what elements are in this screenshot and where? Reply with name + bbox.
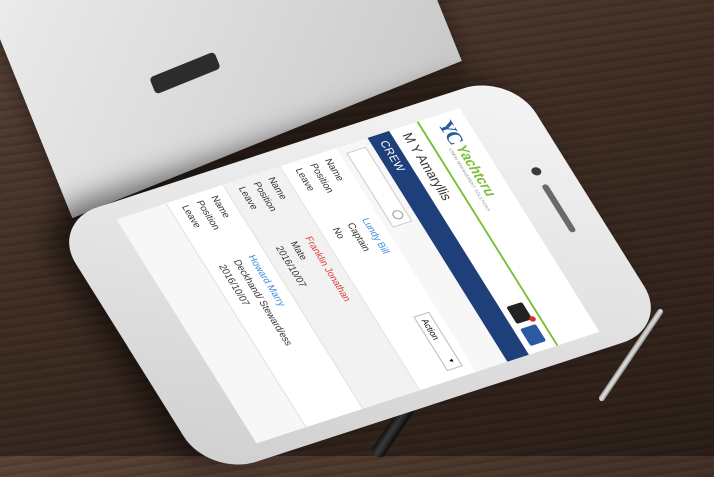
caret-down-icon: ▼ [445, 357, 455, 365]
phone-speaker [541, 183, 577, 234]
phone-camera [529, 166, 544, 177]
menu-icon[interactable] [519, 324, 547, 347]
logo-mark[interactable]: YC [432, 118, 468, 146]
mail-icon[interactable] [506, 301, 533, 325]
search-icon[interactable] [390, 208, 406, 221]
